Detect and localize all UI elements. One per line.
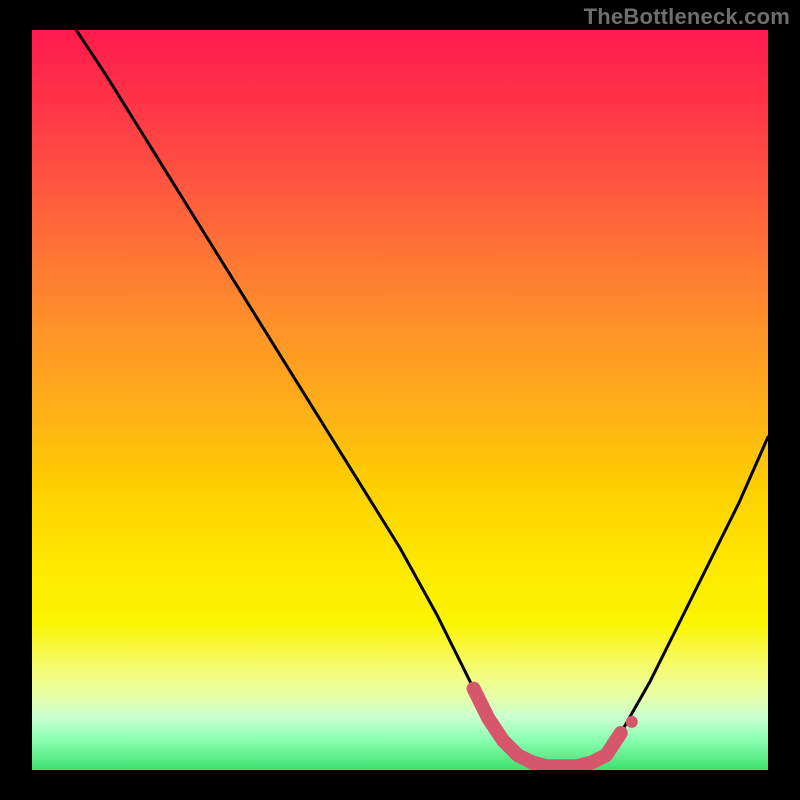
highlight-band-dots: [626, 716, 638, 728]
chart-svg: [32, 30, 768, 770]
chart-frame: TheBottleneck.com: [0, 0, 800, 800]
highlight-band-line: [474, 689, 621, 767]
plot-area: [32, 30, 768, 770]
watermark-text: TheBottleneck.com: [584, 4, 790, 30]
bottleneck-curve-line: [76, 30, 768, 766]
marker-end-dot: [626, 716, 638, 728]
